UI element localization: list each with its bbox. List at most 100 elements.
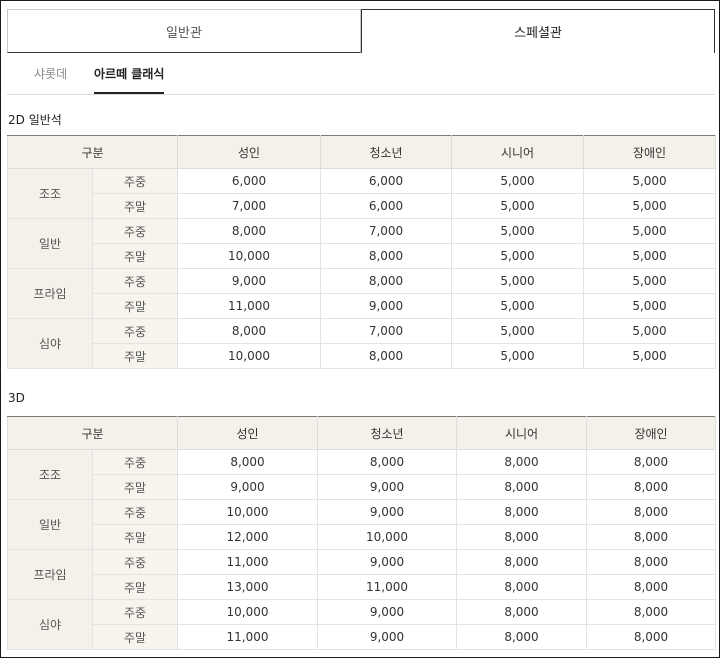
price-adult: 8,000 xyxy=(177,318,321,344)
price-adult: 10,000 xyxy=(177,599,318,625)
day-type: 주말 xyxy=(92,574,178,600)
price-senior: 5,000 xyxy=(451,318,584,344)
price-adult: 7,000 xyxy=(177,193,321,219)
price-senior: 8,000 xyxy=(456,624,587,650)
price-table-3d: 구분 성인 청소년 시니어 장애인 조조 주중 8,000 8,000 8,00… xyxy=(7,416,716,650)
price-disabled: 8,000 xyxy=(586,474,716,500)
price-youth: 9,000 xyxy=(317,499,457,525)
day-type: 주중 xyxy=(92,218,178,244)
price-senior: 8,000 xyxy=(456,574,587,600)
price-youth: 8,000 xyxy=(317,449,457,475)
table-row: 일반 주중 8,000 7,000 5,000 5,000 xyxy=(7,218,716,269)
time-group-label: 프라임 xyxy=(7,268,93,319)
price-senior: 8,000 xyxy=(456,449,587,475)
header-senior: 시니어 xyxy=(456,416,587,450)
day-type: 주중 xyxy=(92,599,178,625)
table-row: 일반 주중 10,000 9,000 8,000 8,000 xyxy=(7,499,716,550)
header-youth: 청소년 xyxy=(317,416,457,450)
subtab-charlotte[interactable]: 샤롯데 xyxy=(34,56,67,93)
day-type: 주중 xyxy=(92,499,178,525)
price-youth: 9,000 xyxy=(317,624,457,650)
table-row: 주말 9,000 9,000 8,000 8,000 xyxy=(8,474,716,500)
price-disabled: 5,000 xyxy=(583,318,716,344)
price-disabled: 5,000 xyxy=(583,268,716,294)
price-youth: 6,000 xyxy=(320,193,452,219)
price-youth: 7,000 xyxy=(320,318,452,344)
header-disabled: 장애인 xyxy=(586,416,716,450)
tab-special-hall[interactable]: 스페셜관 xyxy=(361,9,715,53)
price-adult: 11,000 xyxy=(177,549,318,575)
price-youth: 9,000 xyxy=(317,474,457,500)
price-disabled: 5,000 xyxy=(583,293,716,319)
header-adult: 성인 xyxy=(177,135,321,169)
price-adult: 11,000 xyxy=(177,293,321,319)
price-senior: 5,000 xyxy=(451,243,584,269)
price-youth: 10,000 xyxy=(317,524,457,550)
price-youth: 9,000 xyxy=(317,599,457,625)
price-adult: 10,000 xyxy=(177,243,321,269)
price-senior: 8,000 xyxy=(456,524,587,550)
day-type: 주말 xyxy=(92,243,178,269)
price-disabled: 8,000 xyxy=(586,549,716,575)
price-youth: 7,000 xyxy=(320,218,452,244)
day-type: 주중 xyxy=(92,449,178,475)
day-type: 주말 xyxy=(92,624,178,650)
price-adult: 10,000 xyxy=(177,499,318,525)
price-disabled: 8,000 xyxy=(586,524,716,550)
header-category: 구분 xyxy=(7,416,178,450)
table-row: 조조 주중 8,000 8,000 8,000 8,000 xyxy=(7,449,716,500)
subtab-arte-classic[interactable]: 아르떼 클래식 xyxy=(94,56,165,94)
table-row: 주말 12,000 10,000 8,000 8,000 xyxy=(8,524,716,550)
price-disabled: 5,000 xyxy=(583,343,716,369)
header-senior: 시니어 xyxy=(451,135,584,169)
time-group-label: 심야 xyxy=(7,318,93,369)
price-youth: 8,000 xyxy=(320,343,452,369)
price-adult: 10,000 xyxy=(177,343,321,369)
day-type: 주중 xyxy=(92,549,178,575)
time-group-label: 일반 xyxy=(7,218,93,269)
table-row: 조조 주중 6,000 6,000 5,000 5,000 xyxy=(7,168,716,219)
price-senior: 5,000 xyxy=(451,193,584,219)
section-title-3d: 3D xyxy=(8,391,25,405)
price-senior: 5,000 xyxy=(451,218,584,244)
table-row: 프라임 주중 9,000 8,000 5,000 5,000 xyxy=(7,268,716,319)
price-senior: 8,000 xyxy=(456,599,587,625)
price-disabled: 8,000 xyxy=(586,449,716,475)
price-senior: 5,000 xyxy=(451,168,584,194)
price-disabled: 5,000 xyxy=(583,243,716,269)
table-row: 심야 주중 10,000 9,000 8,000 8,000 xyxy=(7,599,716,650)
tab-general-hall[interactable]: 일반관 xyxy=(7,9,361,53)
header-youth: 청소년 xyxy=(320,135,452,169)
day-type: 주말 xyxy=(92,343,178,369)
day-type: 주중 xyxy=(92,168,178,194)
price-senior: 5,000 xyxy=(451,293,584,319)
price-senior: 5,000 xyxy=(451,343,584,369)
day-type: 주중 xyxy=(92,318,178,344)
header-adult: 성인 xyxy=(177,416,318,450)
price-disabled: 8,000 xyxy=(586,624,716,650)
price-youth: 6,000 xyxy=(320,168,452,194)
table-row: 주말 13,000 11,000 8,000 8,000 xyxy=(8,574,716,600)
header-disabled: 장애인 xyxy=(583,135,716,169)
price-adult: 12,000 xyxy=(177,524,318,550)
time-group-label: 프라임 xyxy=(7,549,93,600)
price-disabled: 5,000 xyxy=(583,193,716,219)
time-group-label: 심야 xyxy=(7,599,93,650)
time-group-label: 일반 xyxy=(7,499,93,550)
price-adult: 6,000 xyxy=(177,168,321,194)
price-disabled: 5,000 xyxy=(583,168,716,194)
price-youth: 9,000 xyxy=(320,293,452,319)
price-senior: 5,000 xyxy=(451,268,584,294)
time-group-label: 조조 xyxy=(7,168,93,219)
price-senior: 8,000 xyxy=(456,474,587,500)
price-adult: 11,000 xyxy=(177,624,318,650)
table-row: 주말 7,000 6,000 5,000 5,000 xyxy=(8,193,716,219)
price-youth: 8,000 xyxy=(320,243,452,269)
price-youth: 11,000 xyxy=(317,574,457,600)
table-header-row: 구분 성인 청소년 시니어 장애인 xyxy=(7,135,716,169)
price-disabled: 8,000 xyxy=(586,574,716,600)
day-type: 주중 xyxy=(92,268,178,294)
day-type: 주말 xyxy=(92,474,178,500)
price-youth: 9,000 xyxy=(317,549,457,575)
table-row: 주말 11,000 9,000 8,000 8,000 xyxy=(8,624,716,650)
